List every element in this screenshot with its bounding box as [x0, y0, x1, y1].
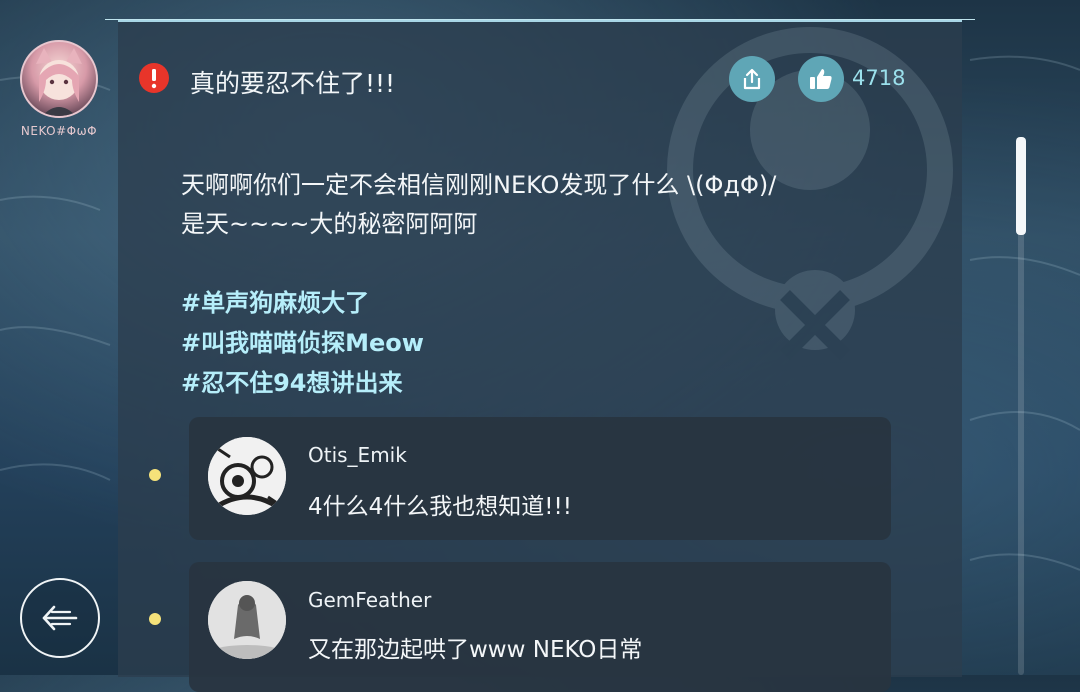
comment-text: 4什么4什么我也想知道!!!: [308, 494, 572, 520]
share-button[interactable]: [729, 56, 775, 102]
back-arrow-icon: [42, 605, 78, 631]
back-button[interactable]: [20, 578, 100, 658]
post-body-line: 是天~~~~大的秘密阿阿阿: [181, 210, 478, 238]
username: NEKO#ΦωΦ: [20, 124, 98, 138]
comment-author: Otis_Emik: [308, 443, 407, 467]
commenter-avatar[interactable]: [208, 437, 286, 515]
post-body: 天啊啊你们一定不会相信刚刚NEKO发现了什么 \(ΦдΦ)/ 是天~~~~大的秘…: [181, 166, 776, 244]
comment-bullet: [149, 469, 161, 481]
ghost-avatar-icon: [208, 581, 286, 659]
comment-card[interactable]: GemFeather 又在那边起哄了www NEKO日常: [189, 562, 891, 692]
like-count: 4718: [852, 66, 906, 90]
comment-card[interactable]: Otis_Emik 4什么4什么我也想知道!!!: [189, 417, 891, 540]
comment-text: 又在那边起哄了www NEKO日常: [308, 637, 643, 663]
thumbs-up-icon: [810, 69, 832, 89]
cat-girl-avatar-icon: [36, 48, 82, 116]
manga-avatar-icon: [208, 437, 286, 515]
hashtag-list: #单声狗麻烦大了 #叫我喵喵侦探Meow #忍不住94想讲出来: [181, 283, 424, 403]
post-body-line: 天啊啊你们一定不会相信刚刚NEKO发现了什么 \(ΦдΦ)/: [181, 171, 777, 199]
commenter-avatar[interactable]: [208, 581, 286, 659]
comment-author: GemFeather: [308, 588, 432, 612]
share-icon: [743, 68, 761, 90]
user-profile[interactable]: NEKO#ΦωΦ: [20, 40, 98, 138]
hashtag[interactable]: #单声狗麻烦大了: [181, 283, 424, 323]
user-avatar[interactable]: [20, 40, 98, 118]
hashtag[interactable]: #叫我喵喵侦探Meow: [181, 323, 424, 363]
comment-bullet: [149, 613, 161, 625]
alert-icon: [139, 63, 169, 93]
hashtag[interactable]: #忍不住94想讲出来: [181, 363, 424, 403]
like-button[interactable]: [798, 56, 844, 102]
post-title: 真的要忍不住了!!!: [190, 69, 396, 98]
scrollbar-thumb[interactable]: [1016, 137, 1026, 235]
